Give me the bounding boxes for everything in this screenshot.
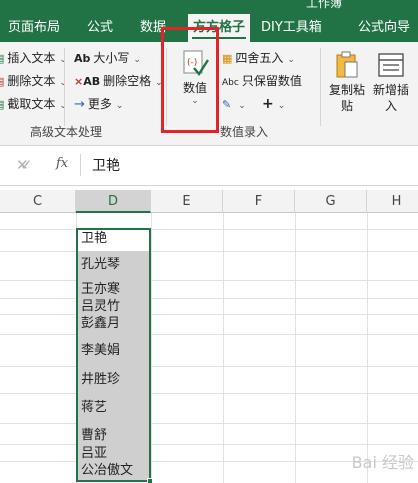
chevron-down-icon: ⌄ (287, 55, 295, 65)
delete-space-button[interactable]: ×AB 删除空格 ⌄ (74, 71, 163, 91)
copy-paste-button[interactable]: 复制粘 贴 (326, 50, 368, 114)
delete-space-label: 删除空格 (103, 74, 152, 88)
round-grid-icon: ▦ (222, 52, 233, 65)
cell-d-header[interactable]: 卫艳 (81, 232, 107, 246)
ribbon-divider (64, 48, 65, 126)
more-label: 更多 (87, 97, 112, 111)
column-headers: C D E F G H (0, 190, 418, 213)
cell-d-name[interactable]: 蒋艺 (81, 401, 107, 415)
formula-divider (80, 154, 81, 176)
chevron-down-icon: ⌄ (133, 55, 141, 65)
cell-d-name[interactable]: 曹舒 (81, 429, 107, 443)
grid-line (223, 213, 224, 483)
grid-line (0, 251, 418, 252)
column-header-e[interactable]: E (151, 190, 223, 213)
plus-button[interactable]: + ⌄ (262, 94, 285, 114)
plus-icon: + (262, 96, 274, 112)
chevron-down-icon: ⌄ (277, 101, 286, 111)
cell-d-name[interactable]: 孔光琴 (81, 258, 120, 272)
highlight-box (161, 27, 219, 133)
tab-formula-wizard[interactable]: 公式向导 (358, 14, 410, 42)
cell-d-name[interactable]: 李美娟 (81, 344, 120, 358)
column-header-c[interactable]: C (0, 190, 76, 213)
delete-space-icon: ×AB (74, 75, 101, 88)
enter-check-icon[interactable]: ✓ (20, 156, 33, 174)
keep-value-label: 只保留数值 (241, 74, 302, 88)
title-bar: 工作簿 (0, 0, 418, 14)
arrow-right-icon: → (74, 97, 85, 112)
grid-line (0, 393, 418, 394)
cell-d-name[interactable]: 吕亚 (81, 447, 107, 461)
column-header-g[interactable]: G (295, 190, 367, 213)
grid-line (367, 213, 368, 483)
new-insert-button[interactable]: 新增插 入 (370, 50, 412, 114)
grid-line (0, 366, 418, 367)
insert-text-icon: ▤ (0, 49, 4, 69)
extract-text-icon: ▤ (0, 95, 4, 115)
formula-bar: ✕ ✓ fx 卫艳 (0, 146, 418, 186)
clipboard-icon (336, 51, 358, 78)
window-title: 工作簿 (306, 0, 343, 10)
cell-d-name[interactable]: 井胜珍 (81, 373, 120, 387)
copy-paste-label-1: 复制粘 (328, 83, 365, 97)
abc-icon: Abc (222, 78, 239, 88)
fill-handle[interactable] (147, 478, 153, 483)
grid-line (0, 280, 418, 281)
copy-paste-label-2: 贴 (340, 99, 353, 113)
grid-line (0, 298, 418, 299)
extract-text-button[interactable]: ▤截取文本⌄ (0, 94, 67, 114)
round-button[interactable]: ▦ 四舍五入 ⌄ (222, 48, 295, 68)
tab-page-layout[interactable]: 页面布局 (8, 14, 60, 42)
spreadsheet-grid[interactable]: C D E F G H 卫艳 孔光琴 王亦寒 吕灵竹 彭鑫月 李美娟 井胜珍 蒋… (0, 190, 418, 483)
case-label: 大小写 (93, 51, 130, 65)
new-insert-label-2: 入 (384, 99, 397, 113)
tab-diy-toolbox[interactable]: DIY工具箱 (261, 14, 322, 42)
cell-d-name[interactable]: 王亦寒 (81, 283, 120, 297)
cell-d-name[interactable]: 公冶傲文 (81, 464, 133, 478)
delete-text-button[interactable]: ▤删除文本⌄ (0, 71, 67, 91)
delete-text-label: 删除文本 (7, 74, 56, 88)
edit-icon: ✎ (222, 98, 232, 111)
grid-line (0, 444, 418, 445)
column-header-h[interactable]: H (367, 190, 418, 213)
tab-formulas[interactable]: 公式 (87, 14, 113, 42)
grid-line (0, 334, 418, 335)
chevron-down-icon: ⌄ (115, 101, 124, 111)
cell-d-name[interactable]: 吕灵竹 (81, 300, 120, 314)
grid-line (0, 314, 418, 315)
round-label: 四舍五入 (235, 51, 284, 65)
case-button[interactable]: Ab 大小写 ⌄ (74, 48, 141, 68)
ribbon-divider (320, 48, 321, 126)
delete-text-icon: ▤ (0, 72, 4, 92)
group-label-text-processing: 高级文本处理 (30, 125, 103, 139)
group-label-value-input: 数值录入 (220, 125, 269, 139)
keep-value-button[interactable]: Abc 只保留数值 (222, 71, 302, 91)
extract-text-label: 截取文本 (7, 97, 56, 111)
new-insert-label-1: 新增插 (372, 83, 409, 97)
formula-input[interactable]: 卫艳 (92, 146, 120, 186)
case-icon: Ab (74, 52, 91, 65)
edit-button[interactable]: ✎ ⌄ (222, 94, 246, 114)
fx-icon[interactable]: fx (56, 156, 68, 171)
more-button[interactable]: → 更多 ⌄ (74, 94, 123, 114)
cell-d-name[interactable]: 彭鑫月 (81, 317, 120, 331)
column-header-d[interactable]: D (76, 190, 151, 213)
chevron-down-icon: ⌄ (238, 101, 246, 111)
grid-line (151, 213, 152, 483)
insert-text-button[interactable]: ▤插入文本⌄ (0, 48, 67, 68)
watermark: Bai 经验 (351, 453, 414, 472)
grid-line (295, 213, 296, 483)
grid-line (0, 229, 418, 230)
table-insert-icon (378, 53, 404, 77)
column-header-f[interactable]: F (223, 190, 295, 213)
insert-text-label: 插入文本 (7, 51, 56, 65)
grid-line (0, 423, 418, 424)
